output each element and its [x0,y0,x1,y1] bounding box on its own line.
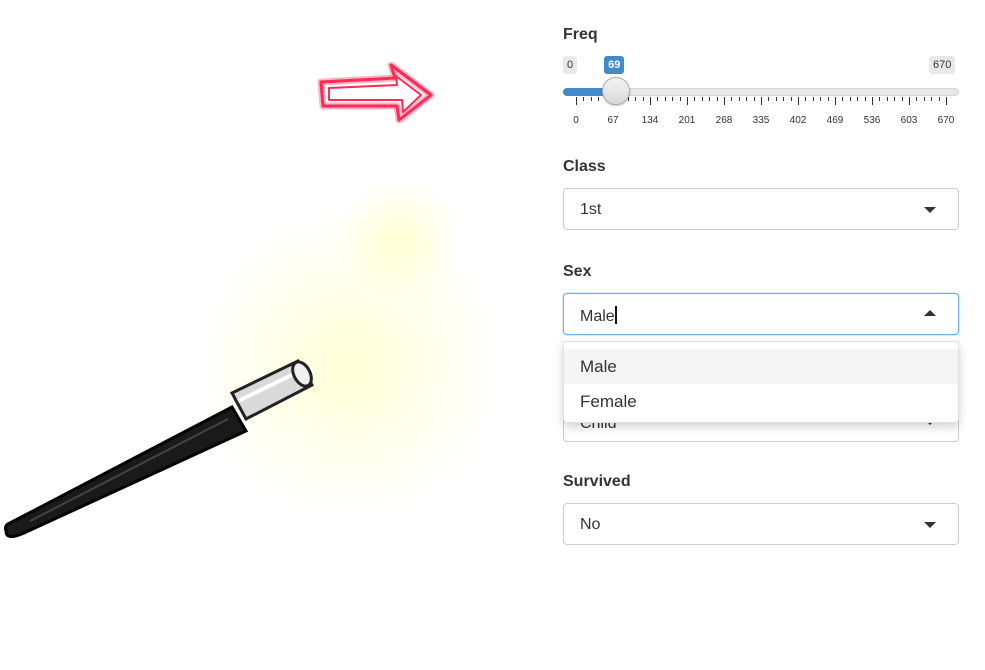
chevron-down-icon [924,207,936,213]
class-label: Class [563,158,606,175]
slider-major-tick [909,97,910,105]
slider-minor-tick [635,97,637,101]
slider-minor-tick [598,97,600,101]
slider-minor-tick [738,97,740,101]
slider-minor-tick [805,97,807,101]
slider-minor-tick [672,97,674,101]
slider-minor-tick [894,97,896,101]
slider-minor-tick [864,97,866,101]
slider-minor-tick [790,97,792,101]
freq-max-label: 670 [929,56,956,74]
slider-major-tick [798,97,799,105]
slider-minor-tick [827,97,829,101]
slider-minor-tick [820,97,822,101]
survived-select-value: No [580,516,601,533]
freq-value-label: 69 [604,56,625,74]
slider-minor-tick [812,97,814,101]
slider-minor-tick [901,97,903,101]
slider-tick-label: 201 [678,115,696,126]
class-select[interactable]: 1st [563,188,959,230]
sex-select-value: Male [580,308,615,325]
slider-minor-tick [657,97,659,101]
slider-tick-label: 0 [573,115,579,126]
sex-select[interactable]: Male [563,293,959,335]
slider-minor-tick [716,97,718,101]
slider-minor-tick [590,97,592,101]
slider-minor-tick [694,97,696,101]
slider-minor-tick [709,97,711,101]
slider-minor-tick [642,97,644,101]
slider-tick-label: 603 [900,115,918,126]
slider-major-tick [724,97,725,105]
slider-minor-tick [746,97,748,101]
slider-minor-tick [849,97,851,101]
slider-major-tick [946,97,947,105]
chevron-down-icon [924,522,936,528]
slider-tick-label: 469 [826,115,844,126]
freq-min-label: 0 [563,56,578,74]
survived-label: Survived [563,473,631,490]
freq-label: Freq [563,26,598,43]
wand-sparkle-glow-2 [330,180,470,300]
slider-minor-tick [842,97,844,101]
text-cursor [614,306,617,324]
sex-dropdown-menu: Male Female [563,341,959,423]
sex-label: Sex [563,263,592,280]
slider-minor-tick [923,97,925,101]
slider-tick-label: 536 [863,115,881,126]
slider-minor-tick [783,97,785,101]
sex-option-male[interactable]: Male [564,349,958,384]
slider-minor-tick [679,97,681,101]
slider-minor-tick [731,97,733,101]
slider-minor-tick [701,97,703,101]
sex-select-input[interactable]: Male [580,306,617,326]
slider-tick-label: 268 [715,115,733,126]
slider-minor-tick [664,97,666,101]
slider-minor-tick [775,97,777,101]
slider-minor-tick [916,97,918,101]
slider-tick-label: 134 [641,115,659,126]
slider-minor-tick [583,97,585,101]
slider-tick-label: 670 [937,115,955,126]
slider-major-tick [687,97,688,105]
slider-major-tick [650,97,651,105]
magic-wand-icon [4,359,315,538]
freq-slider-handle[interactable] [602,77,631,105]
slider-minor-tick [753,97,755,101]
slider-tick-label: 402 [789,115,807,126]
slider-minor-tick [938,97,940,101]
slider-major-tick [761,97,762,105]
slider-minor-tick [886,97,888,101]
slider-minor-tick [931,97,933,101]
class-select-value: 1st [580,201,602,218]
slider-major-tick [872,97,873,105]
sex-option-female[interactable]: Female [564,384,958,419]
slider-tick-label: 335 [752,115,770,126]
slider-minor-tick [879,97,881,101]
slider-minor-tick [857,97,859,101]
slider-tick-label: 67 [607,115,619,126]
slider-minor-tick [768,97,770,101]
survived-select[interactable]: No [563,503,959,545]
slider-major-tick [576,97,577,105]
slider-major-tick [835,97,836,105]
chevron-up-icon [924,310,936,316]
red-outline-arrow-icon [317,62,435,124]
